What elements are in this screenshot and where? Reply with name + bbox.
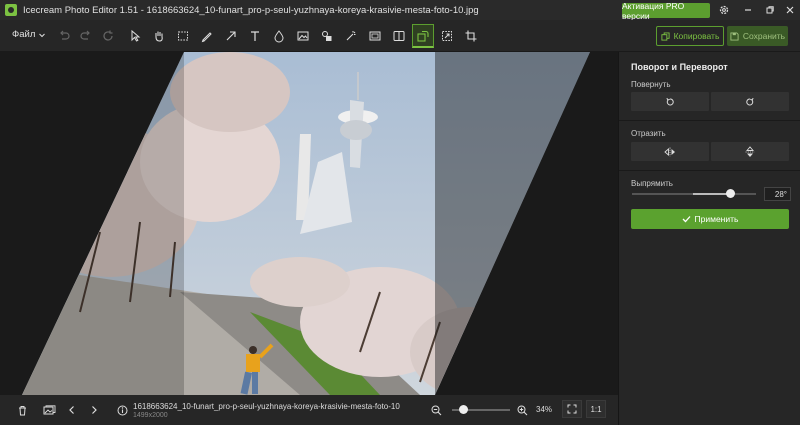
minimize-icon[interactable]: [738, 2, 758, 18]
rotate-label: Повернуть: [631, 80, 671, 89]
zoom-percent: 34%: [536, 405, 553, 414]
close-icon[interactable]: [780, 2, 800, 18]
previous-image-icon[interactable]: [63, 401, 81, 419]
file-menu[interactable]: Файл: [12, 29, 46, 40]
window-title: Icecream Photo Editor 1.51 - 1618663624_…: [23, 4, 479, 16]
image-icon[interactable]: [292, 24, 314, 48]
app-logo-icon: [5, 4, 17, 16]
title-bar: Icecream Photo Editor 1.51 - 1618663624_…: [0, 0, 800, 21]
panel-title: Поворот и Переворот: [631, 62, 728, 72]
flip-horizontal-icon: [664, 147, 675, 156]
rotate-flip-panel: Поворот и Переворот Повернуть Отразить В…: [618, 52, 800, 425]
fit-to-screen-button[interactable]: [562, 400, 582, 418]
flip-horizontal-button[interactable]: [631, 142, 709, 161]
image-dimensions: 1499x2000: [133, 412, 168, 419]
copy-label: Копировать: [673, 31, 720, 41]
fit-screen-icon: [567, 404, 577, 414]
straighten-label: Выпрямить: [631, 179, 673, 188]
restore-icon[interactable]: [760, 2, 780, 18]
drop-icon[interactable]: [268, 24, 290, 48]
resize-icon[interactable]: [436, 24, 458, 48]
settings-icon[interactable]: [714, 2, 734, 18]
rotate-left-button[interactable]: [631, 92, 709, 111]
image-gallery-icon[interactable]: [40, 401, 58, 419]
trash-icon[interactable]: [13, 401, 31, 419]
arrow-icon[interactable]: [220, 24, 242, 48]
chevron-down-icon: [39, 33, 46, 37]
save-button[interactable]: Сохранить: [727, 26, 788, 46]
frame-icon[interactable]: [364, 24, 386, 48]
copy-icon: [661, 31, 670, 41]
image-canvas[interactable]: [0, 52, 618, 395]
actual-size-button[interactable]: 1:1: [586, 400, 606, 418]
text-icon[interactable]: [244, 24, 266, 48]
status-bar: 1618663624_10-funart_pro-p-seul-yuzhnaya…: [0, 395, 618, 425]
toolbar: Файл Копировать Сохранить: [0, 20, 800, 52]
undo-icon[interactable]: [53, 24, 75, 48]
magic-wand-icon[interactable]: [340, 24, 362, 48]
info-icon: [113, 401, 131, 419]
rotate-right-icon: [746, 97, 754, 105]
flip-label: Отразить: [631, 129, 666, 138]
select-cursor-icon[interactable]: [124, 24, 146, 48]
divider: [619, 170, 800, 171]
zoom-slider-handle[interactable]: [459, 405, 468, 414]
file-name: 1618663624_10-funart_pro-p-seul-yuzhnaya…: [133, 402, 400, 411]
save-label: Сохранить: [742, 31, 786, 41]
activate-pro-button[interactable]: Активация PRO версии: [622, 1, 710, 21]
save-icon: [730, 31, 739, 41]
brush-icon[interactable]: [196, 24, 218, 48]
zoom-in-icon[interactable]: [513, 401, 531, 419]
reset-icon[interactable]: [97, 24, 119, 48]
rotate-left-icon: [666, 97, 674, 105]
redo-icon[interactable]: [75, 24, 97, 48]
file-menu-label: Файл: [12, 29, 36, 40]
zoom-out-icon[interactable]: [427, 401, 445, 419]
next-image-icon[interactable]: [85, 401, 103, 419]
apply-label: Применить: [694, 214, 739, 224]
apply-button[interactable]: Применить: [631, 209, 789, 229]
rotate-tool-icon[interactable]: [412, 24, 434, 48]
angle-input[interactable]: 28°: [764, 187, 791, 201]
rect-select-icon[interactable]: [172, 24, 194, 48]
shapes-icon[interactable]: [316, 24, 338, 48]
crop-icon[interactable]: [460, 24, 482, 48]
rotate-right-button[interactable]: [711, 92, 789, 111]
hand-icon[interactable]: [148, 24, 170, 48]
photo: [22, 52, 590, 395]
flip-vertical-button[interactable]: [711, 142, 789, 161]
check-icon: [682, 216, 691, 223]
split-view-icon[interactable]: [388, 24, 410, 48]
flip-vertical-icon: [745, 145, 755, 157]
straighten-slider-handle[interactable]: [726, 189, 735, 198]
copy-button[interactable]: Копировать: [656, 26, 724, 46]
divider: [619, 120, 800, 121]
